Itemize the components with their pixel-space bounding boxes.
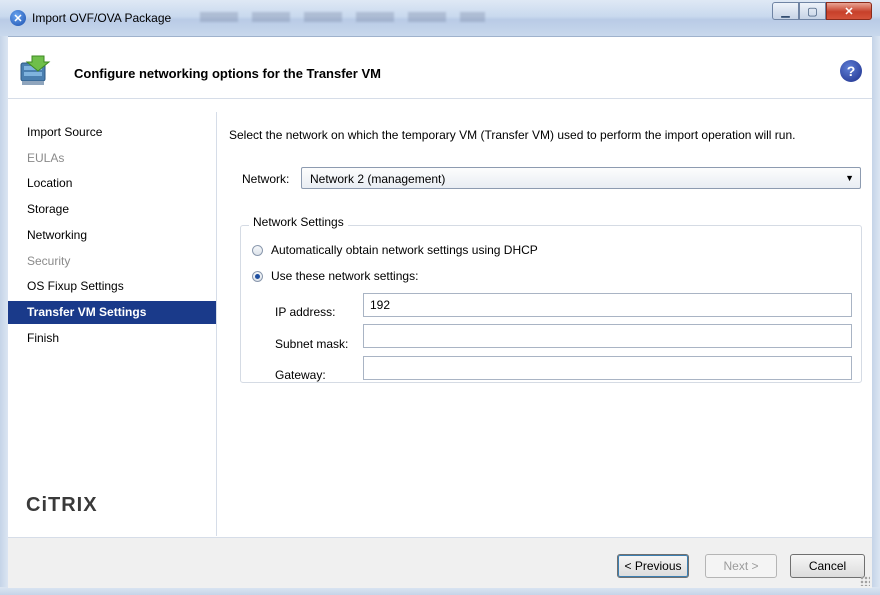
instruction-text: Select the network on which the temporar…	[229, 128, 796, 142]
gateway-label: Gateway:	[275, 368, 326, 382]
subnet-mask-label: Subnet mask:	[275, 337, 349, 351]
maximize-icon[interactable]: ▢	[799, 2, 826, 20]
resize-grip[interactable]	[860, 576, 870, 586]
sidebar-item-location[interactable]: Location	[8, 172, 216, 195]
ip-address-field[interactable]	[363, 293, 852, 317]
sidebar-item-os-fixup-settings[interactable]: OS Fixup Settings	[8, 275, 216, 298]
ip-address-label: IP address:	[275, 305, 336, 319]
wizard-steps-sidebar: Import Source EULAs Location Storage Net…	[8, 112, 217, 536]
window-titlebar[interactable]: ✕ Import OVF/OVA Package ▁ ▢ ✕	[0, 0, 880, 37]
wizard-header: Configure networking options for the Tra…	[8, 50, 872, 99]
static-settings-radio-label[interactable]: Use these network settings:	[271, 269, 418, 283]
sidebar-item-storage[interactable]: Storage	[8, 198, 216, 221]
next-button: Next >	[705, 554, 777, 578]
sidebar-item-finish[interactable]: Finish	[8, 327, 216, 350]
background-window-menu	[200, 12, 485, 22]
chevron-down-icon: ▼	[845, 173, 854, 183]
app-icon: ✕	[10, 10, 26, 26]
close-icon[interactable]: ✕	[826, 2, 872, 20]
window-controls: ▁ ▢ ✕	[772, 2, 872, 20]
window-title: Import OVF/OVA Package	[32, 11, 172, 25]
wizard-footer: < Previous Next > Cancel	[8, 537, 872, 588]
window-border-left	[0, 36, 8, 595]
network-dropdown-value: Network 2 (management)	[310, 172, 446, 186]
window-border-bottom	[0, 587, 880, 595]
network-dropdown[interactable]: Network 2 (management) ▼	[301, 167, 861, 189]
sidebar-item-eulas: EULAs	[27, 151, 65, 165]
help-icon[interactable]: ?	[840, 60, 862, 82]
dhcp-radio-label[interactable]: Automatically obtain network settings us…	[271, 243, 538, 257]
dhcp-radio[interactable]	[252, 245, 263, 256]
gateway-field[interactable]	[363, 356, 852, 380]
window-border-right	[872, 36, 880, 595]
sidebar-item-networking[interactable]: Networking	[8, 224, 216, 247]
sidebar-item-security: Security	[27, 254, 71, 268]
subnet-mask-field[interactable]	[363, 324, 852, 348]
sidebar-item-transfer-vm-settings[interactable]: Transfer VM Settings	[8, 301, 216, 324]
minimize-icon[interactable]: ▁	[772, 2, 799, 20]
sidebar-item-import-source[interactable]: Import Source	[8, 121, 216, 144]
wizard-content: Select the network on which the temporar…	[217, 112, 872, 536]
cancel-button[interactable]: Cancel	[790, 554, 865, 578]
network-settings-group-title: Network Settings	[249, 215, 348, 229]
previous-button[interactable]: < Previous	[617, 554, 689, 578]
citrix-logo: CiTRIX	[26, 494, 98, 516]
static-settings-radio[interactable]	[252, 271, 263, 282]
import-package-icon	[20, 55, 51, 85]
page-title: Configure networking options for the Tra…	[74, 66, 381, 81]
network-label: Network:	[242, 172, 290, 186]
